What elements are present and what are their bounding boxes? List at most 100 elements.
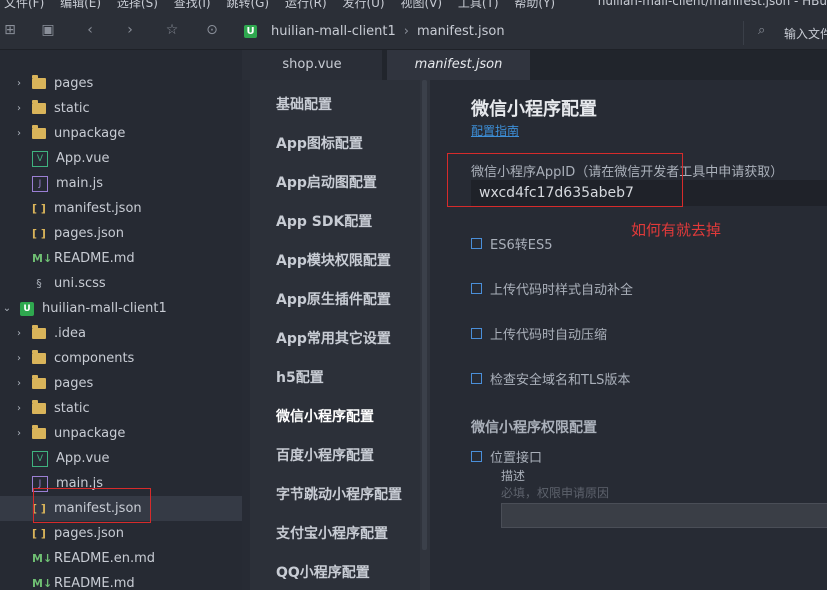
checkbox-box[interactable] (471, 283, 482, 294)
menu-find[interactable]: 查找(I) (174, 0, 211, 10)
checkbox-box[interactable] (471, 373, 482, 384)
json-file-icon: [ ] (32, 201, 46, 215)
settings-nav-item[interactable]: 百度小程序配置 (276, 445, 374, 465)
settings-nav-item[interactable]: App原生插件配置 (276, 289, 391, 309)
checkbox-style-autocomplete[interactable]: 上传代码时样式自动补全 (471, 279, 633, 298)
tree-item[interactable]: › unpackage (0, 121, 242, 146)
tree-item[interactable]: M↓ README.md (0, 571, 242, 590)
settings-nav-item[interactable]: h5配置 (276, 367, 324, 387)
checkbox-box[interactable] (471, 328, 482, 339)
permission-title: 微信小程序权限配置 (471, 420, 597, 436)
markdown-file-icon: M↓ (32, 251, 53, 265)
tree-item[interactable]: › pages (0, 371, 242, 396)
run-icon[interactable]: ⊙ (202, 20, 222, 40)
desc-input[interactable] (501, 503, 827, 528)
settings-nav-item[interactable]: 基础配置 (276, 94, 332, 114)
tree-item[interactable]: § uni.scss (0, 271, 242, 296)
checkbox-location[interactable]: 位置接口 (471, 447, 542, 466)
checkbox-label: 位置接口 (490, 451, 543, 466)
tree-item[interactable]: [ ] pages.json (0, 521, 242, 546)
checkbox-es6[interactable]: ES6转ES5 (471, 234, 552, 253)
annotation-box-manifest (33, 488, 151, 523)
tree-item[interactable]: › components (0, 346, 242, 371)
project-logo-icon: U (244, 24, 257, 38)
chevron-down-icon[interactable]: ⌄ (2, 303, 12, 314)
chevron-right-icon[interactable]: › (14, 103, 24, 114)
forward-icon[interactable]: › (120, 20, 140, 40)
tree-item-label: pages (54, 76, 94, 91)
folder-icon (32, 125, 46, 139)
settings-nav-item[interactable]: 微信小程序配置 (276, 406, 374, 426)
menu-view[interactable]: 视图(V) (400, 0, 442, 10)
tree-item[interactable]: › unpackage (0, 421, 242, 446)
chevron-right-icon[interactable]: › (14, 128, 24, 139)
menu-help[interactable]: 帮助(Y) (514, 0, 555, 10)
tree-item[interactable]: V App.vue (0, 146, 242, 171)
file-search[interactable]: ⌕ 输入文件 (743, 21, 827, 45)
tree-item[interactable]: › pages (0, 71, 242, 96)
tree-item[interactable]: › static (0, 396, 242, 421)
json-file-icon: [ ] (32, 226, 46, 240)
chevron-right-icon[interactable]: › (14, 328, 24, 339)
chevron-right-icon[interactable]: › (14, 403, 24, 414)
menu-select[interactable]: 选择(S) (117, 0, 158, 10)
settings-nav-item[interactable]: 支付宝小程序配置 (276, 523, 388, 543)
markdown-file-icon: M↓ (32, 576, 53, 590)
tree-item[interactable]: Jmain.js (0, 171, 242, 196)
checkbox-check-domain[interactable]: 检查安全域名和TLS版本 (471, 369, 630, 388)
folder-icon (32, 75, 46, 89)
star-icon[interactable]: ☆ (162, 20, 182, 40)
guide-link[interactable]: 配置指南 (471, 122, 519, 139)
file-search-input[interactable]: 输入文件 (784, 25, 827, 42)
editor-tabs: shop.vue manifest.json (242, 50, 827, 80)
settings-nav-item[interactable]: QQ小程序配置 (276, 562, 370, 582)
page-title: 微信小程序配置 (471, 99, 597, 120)
js-file-icon: J (32, 175, 48, 192)
settings-nav-item[interactable]: App图标配置 (276, 133, 363, 153)
breadcrumb: U huilian-mall-client1 › manifest.json (244, 20, 505, 42)
tree-item[interactable]: V App.vue (0, 446, 242, 471)
new-file-icon[interactable]: ⊞ (0, 20, 20, 40)
nav-scrollbar[interactable] (420, 80, 430, 590)
tree-item[interactable]: M↓ README.en.md (0, 546, 242, 571)
chevron-right-icon[interactable]: › (14, 428, 24, 439)
annotation-box-appid (447, 153, 683, 207)
tree-item[interactable]: ⌄ Uhuilian-mall-client1 (0, 296, 242, 321)
tab-shop-vue[interactable]: shop.vue (242, 50, 382, 80)
save-icon[interactable]: ▣ (38, 20, 58, 40)
tree-item[interactable]: [ ] pages.json (0, 221, 242, 246)
menu-tools[interactable]: 工具(T) (458, 0, 499, 10)
tree-item[interactable]: › .idea (0, 321, 242, 346)
chevron-right-icon[interactable]: › (14, 353, 24, 364)
markdown-file-icon: M↓ (32, 551, 53, 565)
menu-goto[interactable]: 跳转(G) (226, 0, 269, 10)
menu-edit[interactable]: 编辑(E) (60, 0, 101, 10)
menu-run[interactable]: 运行(R) (285, 0, 327, 10)
checkbox-minify[interactable]: 上传代码时自动压缩 (471, 324, 607, 343)
settings-nav-item[interactable]: 字节跳动小程序配置 (276, 484, 402, 504)
settings-nav-item[interactable]: App SDK配置 (276, 211, 372, 231)
folder-icon (32, 325, 46, 339)
settings-nav-item[interactable]: App模块权限配置 (276, 250, 391, 270)
settings-nav-item[interactable]: App常用其它设置 (276, 328, 391, 348)
tree-item[interactable]: › static (0, 96, 242, 121)
nav-scrollbar-thumb[interactable] (422, 80, 427, 550)
breadcrumb-file[interactable]: manifest.json (417, 24, 505, 39)
file-search-icon: ⌕ (758, 23, 766, 38)
chevron-right-icon[interactable]: › (14, 378, 24, 389)
tree-item-label: static (54, 101, 90, 116)
back-icon[interactable]: ‹ (80, 20, 100, 40)
tree-item-label: pages.json (54, 526, 124, 541)
menubar: 文件(F) 编辑(E) 选择(S) 查找(I) 跳转(G) 运行(R) 发行(U… (0, 0, 827, 11)
tree-item-label: unpackage (54, 126, 126, 141)
settings-nav-item[interactable]: App启动图配置 (276, 172, 377, 192)
checkbox-box[interactable] (471, 238, 482, 249)
menu-publish[interactable]: 发行(U) (342, 0, 384, 10)
menu-file[interactable]: 文件(F) (4, 0, 44, 10)
chevron-right-icon[interactable]: › (14, 78, 24, 89)
tree-item[interactable]: M↓ README.md (0, 246, 242, 271)
breadcrumb-project[interactable]: huilian-mall-client1 (271, 24, 396, 39)
tree-item[interactable]: [ ] manifest.json (0, 196, 242, 221)
tab-manifest-json[interactable]: manifest.json (387, 50, 530, 80)
checkbox-box[interactable] (471, 451, 482, 462)
